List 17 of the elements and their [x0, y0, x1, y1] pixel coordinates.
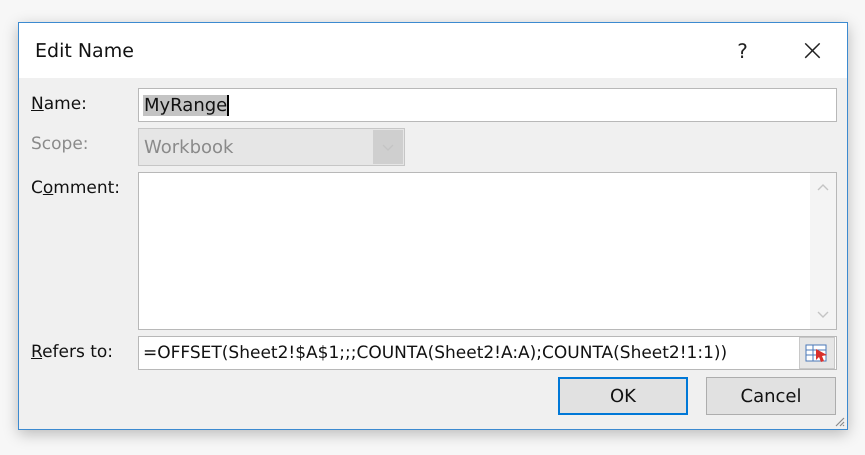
selected-text: MyRange — [143, 94, 230, 116]
field-label: Name: — [31, 93, 88, 114]
resize-grip-icon[interactable] — [833, 415, 845, 427]
close-button[interactable]: × — [800, 36, 825, 66]
cancel-button[interactable]: Cancel — [706, 377, 836, 415]
ok-button[interactable]: OK — [558, 377, 688, 415]
table-arrow-icon — [805, 343, 829, 363]
field-label: Scope: — [31, 133, 90, 154]
field-label: Refers to: — [31, 341, 114, 362]
help-button[interactable]: ? — [737, 38, 748, 62]
scrollbar[interactable] — [810, 173, 836, 329]
name-field[interactable]: MyRange — [138, 88, 837, 122]
field-label: Comment: — [31, 177, 122, 198]
collapse-dialog-button[interactable] — [799, 337, 835, 369]
comment-field[interactable] — [138, 172, 837, 330]
window-title: Edit Name — [35, 40, 135, 62]
refers-to-field[interactable]: =OFFSET(Sheet2!$A$1;;;COUNTA(Sheet2!A:A);COUNTA(Sheet2!1:1)) — [138, 336, 837, 370]
